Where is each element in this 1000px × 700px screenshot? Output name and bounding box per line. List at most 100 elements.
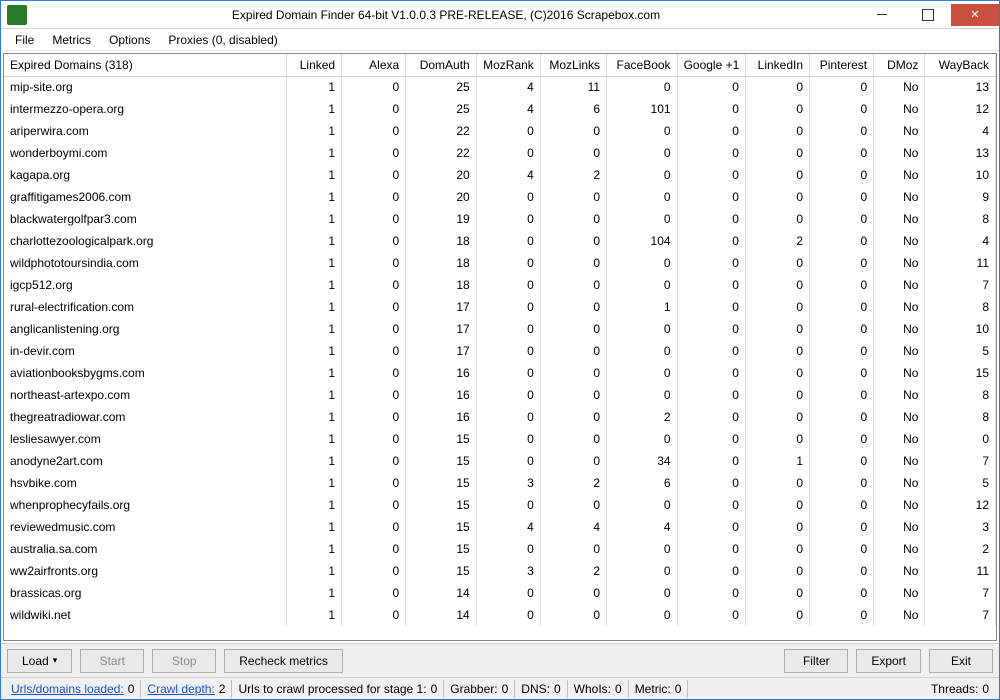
col-header-alexa[interactable]: Alexa <box>342 54 406 76</box>
titlebar[interactable]: Expired Domain Finder 64-bit V1.0.0.3 PR… <box>1 1 999 29</box>
col-header-dmoz[interactable]: DMoz <box>874 54 925 76</box>
status-urls-loaded-label[interactable]: Urls/domains loaded: <box>11 682 124 696</box>
table-row[interactable]: wildphototoursindia.com1018000000No11 <box>4 252 996 274</box>
table-row[interactable]: charlottezoologicalpark.org101800104020N… <box>4 230 996 252</box>
load-button[interactable]: Load <box>7 649 72 673</box>
cell-domauth: 19 <box>406 208 477 230</box>
table-row[interactable]: ww2airfronts.org1015320000No11 <box>4 560 996 582</box>
table-row[interactable]: hsvbike.com1015326000No5 <box>4 472 996 494</box>
table-header-row: Expired Domains (318) Linked Alexa DomAu… <box>4 54 996 76</box>
table-row[interactable]: intermezzo-opera.org102546101000No12 <box>4 98 996 120</box>
cell-domauth: 15 <box>406 450 477 472</box>
cell-linked: 1 <box>286 560 342 582</box>
exit-button[interactable]: Exit <box>929 649 993 673</box>
table-row[interactable]: mip-site.org10254110000No13 <box>4 76 996 98</box>
recheck-metrics-button[interactable]: Recheck metrics <box>224 649 343 673</box>
cell-dmoz: No <box>874 604 925 626</box>
cell-domain: intermezzo-opera.org <box>4 98 286 120</box>
cell-mozrank: 0 <box>476 362 540 384</box>
status-threads-label: Threads: <box>931 682 978 696</box>
cell-pinterest: 0 <box>810 76 874 98</box>
cell-pinterest: 0 <box>810 516 874 538</box>
cell-domain: ariperwira.com <box>4 120 286 142</box>
menu-file[interactable]: File <box>7 31 42 49</box>
table-row[interactable]: brassicas.org1014000000No7 <box>4 582 996 604</box>
cell-domauth: 15 <box>406 472 477 494</box>
cell-dmoz: No <box>874 406 925 428</box>
table-row[interactable]: kagapa.org1020420000No10 <box>4 164 996 186</box>
table-row[interactable]: rural-electrification.com1017001000No8 <box>4 296 996 318</box>
table-row[interactable]: whenprophecyfails.org1015000000No12 <box>4 494 996 516</box>
cell-linkedin: 0 <box>745 142 809 164</box>
table-row[interactable]: in-devir.com1017000000No5 <box>4 340 996 362</box>
cell-alexa: 0 <box>342 538 406 560</box>
maximize-button[interactable] <box>905 4 951 26</box>
cell-linked: 1 <box>286 406 342 428</box>
cell-alexa: 0 <box>342 164 406 186</box>
table-row[interactable]: thegreatradiowar.com1016002000No8 <box>4 406 996 428</box>
cell-wayback: 7 <box>925 450 996 472</box>
table-scroll[interactable]: Expired Domains (318) Linked Alexa DomAu… <box>4 54 996 640</box>
cell-facebook: 34 <box>607 450 678 472</box>
start-button[interactable]: Start <box>80 649 144 673</box>
col-header-wayback[interactable]: WayBack <box>925 54 996 76</box>
close-button[interactable] <box>951 4 999 26</box>
table-row[interactable]: wonderboymi.com1022000000No13 <box>4 142 996 164</box>
export-button[interactable]: Export <box>856 649 921 673</box>
table-row[interactable]: anodyne2art.com10150034010No7 <box>4 450 996 472</box>
table-row[interactable]: graffitigames2006.com1020000000No9 <box>4 186 996 208</box>
cell-domain: igcp512.org <box>4 274 286 296</box>
cell-wayback: 10 <box>925 164 996 186</box>
status-crawl-depth-label[interactable]: Crawl depth: <box>147 682 214 696</box>
col-header-linkedin[interactable]: LinkedIn <box>745 54 809 76</box>
table-row[interactable]: igcp512.org1018000000No7 <box>4 274 996 296</box>
col-header-domain[interactable]: Expired Domains (318) <box>4 54 286 76</box>
cell-linkedin: 0 <box>745 362 809 384</box>
table-row[interactable]: reviewedmusic.com1015444000No3 <box>4 516 996 538</box>
minimize-button[interactable] <box>859 4 905 26</box>
cell-pinterest: 0 <box>810 450 874 472</box>
cell-linked: 1 <box>286 384 342 406</box>
table-row[interactable]: wildwiki.net1014000000No7 <box>4 604 996 626</box>
cell-facebook: 0 <box>607 208 678 230</box>
menu-proxies[interactable]: Proxies (0, disabled) <box>160 31 285 49</box>
col-header-google[interactable]: Google +1 <box>677 54 745 76</box>
cell-domauth: 17 <box>406 318 477 340</box>
col-header-mozlinks[interactable]: MozLinks <box>540 54 606 76</box>
cell-domain: rural-electrification.com <box>4 296 286 318</box>
cell-domain: lesliesawyer.com <box>4 428 286 450</box>
col-header-domauth[interactable]: DomAuth <box>406 54 477 76</box>
stop-button[interactable]: Stop <box>152 649 216 673</box>
cell-linked: 1 <box>286 274 342 296</box>
status-dns-value: 0 <box>554 682 561 696</box>
cell-alexa: 0 <box>342 76 406 98</box>
cell-mozlinks: 6 <box>540 98 606 120</box>
menu-metrics[interactable]: Metrics <box>44 31 99 49</box>
status-urls-to-crawl-label: Urls to crawl processed for stage 1: <box>238 682 426 696</box>
table-row[interactable]: anglicanlistening.org1017000000No10 <box>4 318 996 340</box>
col-header-linked[interactable]: Linked <box>286 54 342 76</box>
cell-domain: whenprophecyfails.org <box>4 494 286 516</box>
cell-facebook: 0 <box>607 560 678 582</box>
cell-dmoz: No <box>874 318 925 340</box>
cell-wayback: 12 <box>925 494 996 516</box>
table-row[interactable]: aviationbooksbygms.com1016000000No15 <box>4 362 996 384</box>
col-header-pinterest[interactable]: Pinterest <box>810 54 874 76</box>
table-row[interactable]: blackwatergolfpar3.com1019000000No8 <box>4 208 996 230</box>
col-header-facebook[interactable]: FaceBook <box>607 54 678 76</box>
table-row[interactable]: australia.sa.com1015000000No2 <box>4 538 996 560</box>
cell-pinterest: 0 <box>810 142 874 164</box>
cell-alexa: 0 <box>342 494 406 516</box>
table-row[interactable]: lesliesawyer.com1015000000No0 <box>4 428 996 450</box>
menu-options[interactable]: Options <box>101 31 158 49</box>
table-row[interactable]: ariperwira.com1022000000No4 <box>4 120 996 142</box>
cell-google: 0 <box>677 120 745 142</box>
table-row[interactable]: northeast-artexpo.com1016000000No8 <box>4 384 996 406</box>
cell-wayback: 8 <box>925 384 996 406</box>
cell-mozrank: 0 <box>476 450 540 472</box>
filter-button[interactable]: Filter <box>784 649 848 673</box>
cell-wayback: 12 <box>925 98 996 120</box>
col-header-mozrank[interactable]: MozRank <box>476 54 540 76</box>
status-grabber-label: Grabber: <box>450 682 497 696</box>
cell-wayback: 3 <box>925 516 996 538</box>
